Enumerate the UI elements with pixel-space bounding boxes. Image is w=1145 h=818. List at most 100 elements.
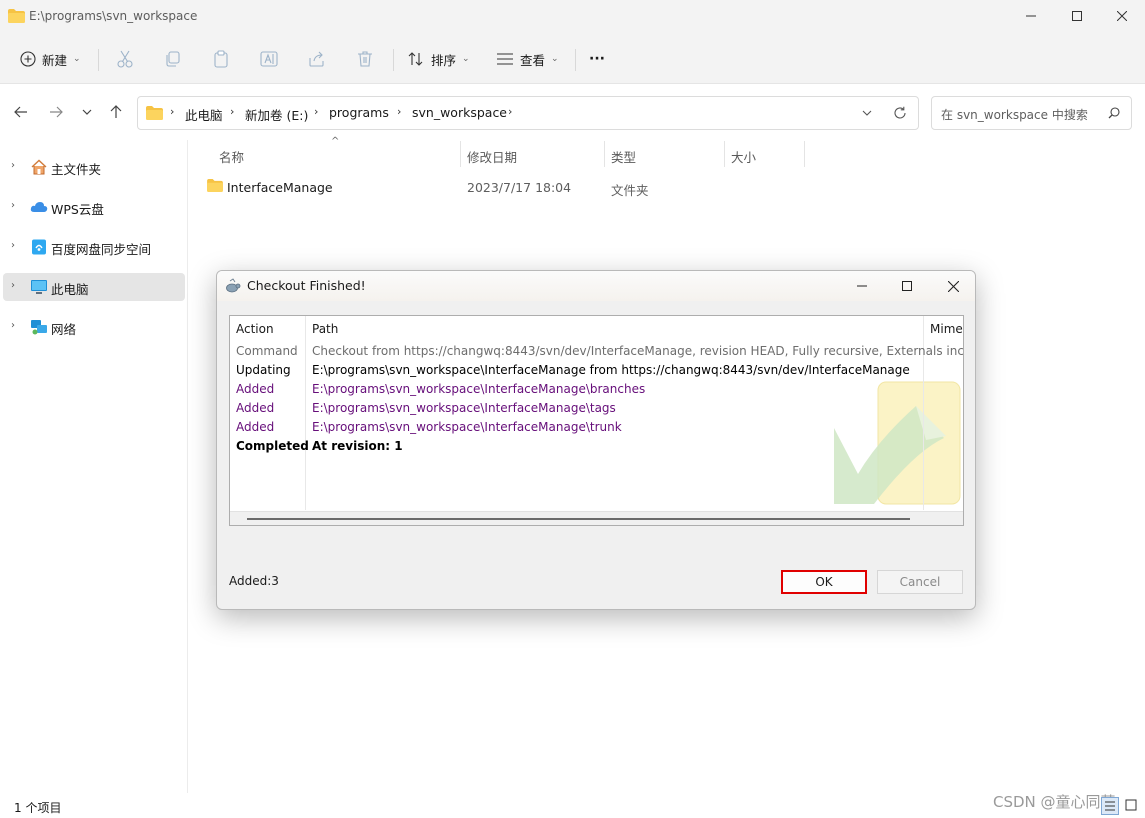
forward-button[interactable] [45,101,67,123]
chevron-right-icon[interactable]: › [11,280,15,291]
sidebar-item-label: 网络 [51,322,77,337]
details-view-icon [1105,801,1115,811]
checkmark-watermark-icon [834,381,961,505]
chevron-right-icon: › [314,105,319,118]
column-divider[interactable] [305,316,306,510]
log-path: E:\programs\svn_workspace\InterfaceManag… [312,401,616,415]
sidebar-item-baidu-sync[interactable]: › 百度网盘同步空间 [3,233,185,261]
breadcrumb-programs[interactable]: programs [329,105,389,120]
sort-button[interactable]: 排序 ⌄ [407,44,470,74]
log-path: Checkout from https://changwq:8443/svn/d… [312,344,964,358]
chevron-down-icon[interactable] [862,110,872,116]
dialog-minimize-button[interactable] [842,273,882,299]
chevron-down-icon [82,109,92,115]
maximize-icon [1072,11,1082,21]
chevron-right-icon[interactable]: › [11,240,15,251]
up-button[interactable] [105,101,127,123]
minimize-icon [857,285,867,287]
log-action: Completed [236,439,309,453]
maximize-icon [902,281,912,291]
command-bar: 新建 ⌄ 排序 ⌄ 查看 ⌄ ··· [0,34,1145,84]
sidebar-item-wps-cloud[interactable]: › WPS云盘 [3,193,185,221]
file-modified: 2023/7/17 18:04 [467,180,572,195]
breadcrumb-drive-e[interactable]: 新加卷 (E:) [245,105,308,124]
breadcrumb-svn-workspace[interactable]: svn_workspace [412,105,507,120]
chevron-down-icon: ⌄ [551,54,559,64]
large-icons-view-button[interactable] [1123,797,1141,815]
home-icon [31,159,47,175]
column-header-action[interactable]: Action [236,322,274,336]
column-divider[interactable] [460,141,461,167]
close-button[interactable] [1099,0,1145,32]
checkout-log-list[interactable]: Action Path Mime Command Checkout from h… [229,315,964,526]
search-input[interactable]: 在 svn_workspace 中搜索 [941,106,1088,123]
sort-ascending-icon: ^ [331,136,340,147]
sidebar-item-label: 主文件夹 [51,162,102,177]
dialog-title-bar[interactable]: Checkout Finished! [217,271,975,301]
close-icon [947,280,959,292]
share-icon[interactable] [307,49,327,69]
sidebar-item-this-pc[interactable]: › 此电脑 [3,273,185,301]
more-options-button[interactable]: ··· [589,44,605,74]
column-header-type[interactable]: 类型 [611,147,636,166]
cancel-button[interactable]: Cancel [877,570,963,594]
network-icon [31,320,47,335]
dialog-close-button[interactable] [933,273,973,299]
delete-icon[interactable] [355,49,375,69]
search-box[interactable]: 在 svn_workspace 中搜索 [931,96,1132,130]
dialog-title: Checkout Finished! [247,278,366,293]
window-title: E:\programs\svn_workspace [29,9,198,23]
chevron-right-icon[interactable]: › [11,320,15,331]
cloud-icon [30,202,48,212]
chevron-right-icon[interactable]: › [11,200,15,211]
sidebar-item-network[interactable]: › 网络 [3,313,185,341]
maximize-button[interactable] [1054,0,1100,32]
chevron-right-icon: › [508,105,513,118]
back-button[interactable] [10,101,32,123]
paste-icon[interactable] [211,49,231,69]
log-path: At revision: 1 [312,439,403,453]
recent-locations-button[interactable] [76,101,98,123]
chevron-right-icon: › [230,105,235,118]
file-name[interactable]: InterfaceManage [227,180,333,195]
refresh-icon[interactable] [893,106,907,120]
ok-button[interactable]: OK [781,570,867,594]
sidebar-item-label: 此电脑 [51,282,89,297]
log-action: Command [236,344,298,358]
cut-icon[interactable] [115,49,135,69]
tortoisesvn-icon [226,278,241,293]
address-bar[interactable]: › 此电脑 › 新加卷 (E:) › programs › svn_worksp… [137,96,919,130]
new-label: 新建 [42,52,68,68]
column-header-path[interactable]: Path [312,322,338,336]
horizontal-scrollbar[interactable] [230,511,963,525]
sidebar-item-label: WPS云盘 [51,202,104,217]
column-divider[interactable] [604,141,605,167]
search-icon[interactable] [1108,107,1120,119]
column-divider[interactable] [724,141,725,167]
view-list-icon [497,53,513,65]
scrollbar-thumb[interactable] [247,518,910,520]
breadcrumb-this-pc[interactable]: 此电脑 [185,105,223,124]
copy-icon[interactable] [163,49,183,69]
dialog-maximize-button[interactable] [887,273,927,299]
column-header-size[interactable]: 大小 [731,147,756,166]
rename-icon[interactable] [259,49,279,69]
item-count: 1 个项目 [14,801,62,815]
details-view-button[interactable] [1101,797,1119,815]
column-divider[interactable] [804,141,805,167]
chevron-right-icon[interactable]: › [11,160,15,171]
column-header-name[interactable]: 名称 [219,147,244,166]
chevron-right-icon: › [170,105,175,118]
view-button[interactable]: 查看 ⌄ [496,44,559,74]
minimize-button[interactable] [1008,0,1054,32]
divider [575,49,576,71]
sidebar-item-home[interactable]: › 主文件夹 [3,153,185,181]
folder-icon [146,106,163,120]
log-action: Added [236,401,275,415]
baidu-sync-icon [32,239,46,255]
chevron-right-icon: › [397,105,402,118]
navigation-pane: › 主文件夹 › WPS云盘 › 百度网盘同步空间 › 此电脑 › 网络 [0,140,188,793]
column-header-modified[interactable]: 修改日期 [467,147,517,166]
column-header-mime[interactable]: Mime [930,322,963,336]
new-button[interactable]: 新建 ⌄ [20,44,81,74]
